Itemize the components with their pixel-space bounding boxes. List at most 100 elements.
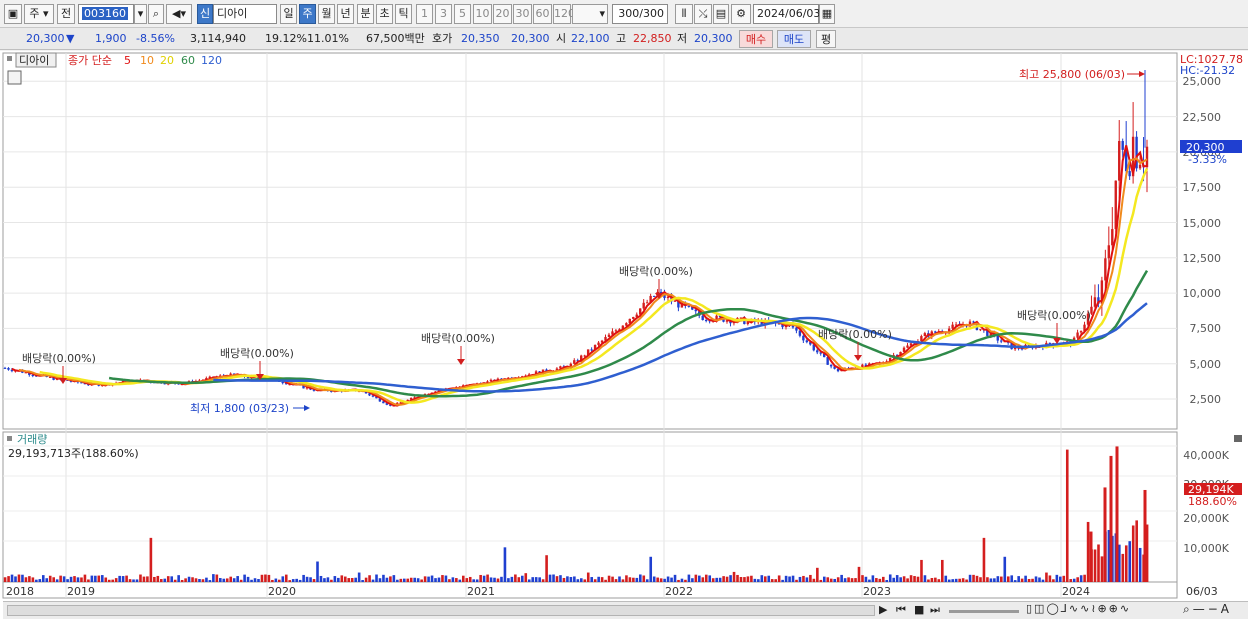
volume-bar — [951, 579, 955, 582]
eval-button[interactable]: 평 — [816, 30, 836, 48]
candle-body — [795, 327, 798, 331]
volume-bar — [184, 578, 187, 582]
volume-bar — [548, 574, 552, 582]
volume-bar — [298, 579, 302, 582]
line-tool-icon[interactable]: ⤯ — [694, 4, 712, 24]
play-icon[interactable]: ▶ — [879, 603, 887, 616]
volume-bar — [888, 574, 892, 582]
candle-body — [687, 305, 691, 307]
volume-bar — [38, 579, 42, 582]
interval-10[interactable]: 10 — [473, 4, 492, 24]
volume-bar — [534, 577, 538, 582]
chart-svg: 2,500 5,000 7,500 10,000 12,500 15,000 1… — [2, 52, 1243, 599]
volume-bar — [989, 578, 993, 582]
volume-bar — [840, 574, 843, 582]
tab-year[interactable]: 년 — [337, 4, 354, 24]
volume-bar — [1115, 446, 1119, 582]
volume-bar — [1143, 489, 1147, 582]
volume-bar — [420, 579, 423, 582]
volume-bar — [611, 576, 614, 582]
y-tick: 5,000 — [1190, 358, 1222, 371]
tab-week[interactable]: 주 — [299, 4, 316, 24]
volume-bar — [236, 576, 239, 582]
drawing-tools-icon[interactable]: ▯◫◯⅃∿∿≀⊕⊕∿ — [1026, 602, 1131, 615]
volume-bar — [805, 577, 809, 582]
volume-bar — [503, 547, 507, 582]
sell-button[interactable]: 매도 — [777, 30, 811, 48]
volume-bar — [3, 577, 7, 582]
volume-bar — [62, 576, 66, 582]
last-change-label: -3.33% — [1188, 153, 1227, 166]
volume-bar — [868, 579, 871, 582]
interval-20[interactable]: 20 — [493, 4, 512, 24]
zoom-tools-icon[interactable]: ⌕—−A — [1183, 602, 1232, 617]
fast-forward-icon[interactable]: ⏭ — [930, 603, 940, 617]
volume-bar — [941, 559, 944, 582]
volume-bar — [160, 579, 163, 582]
interval-120[interactable]: 120 — [553, 4, 575, 24]
volume-bar — [340, 575, 344, 582]
volume-bar — [635, 577, 639, 582]
volume-bar — [628, 577, 632, 582]
volume-bar — [600, 577, 604, 582]
interval-30[interactable]: 30 — [513, 4, 532, 24]
volume-bar — [791, 575, 795, 582]
volume-bar — [434, 578, 437, 582]
buy-button[interactable]: 매수 — [739, 30, 773, 48]
count-field[interactable]: 300/300 — [612, 4, 668, 24]
code-dropdown-icon[interactable]: ▾ — [134, 4, 147, 24]
close-panel-icon[interactable] — [1234, 435, 1242, 442]
volume-bar — [330, 579, 333, 582]
volume-bar — [833, 578, 836, 582]
volume-bar — [80, 577, 83, 582]
volume-bar — [843, 578, 847, 582]
volume-bar — [146, 576, 149, 582]
volume-bar — [281, 576, 285, 582]
speaker-icon[interactable]: ◀▾ — [166, 4, 192, 24]
interval-custom-select[interactable]: ▾ — [572, 4, 608, 24]
tab-minute[interactable]: 분 — [357, 4, 374, 24]
volume-bar — [45, 578, 49, 582]
candle-body — [704, 320, 708, 322]
volume-bar — [1109, 455, 1113, 582]
horizontal-scrollbar[interactable] — [7, 605, 875, 616]
period-select[interactable]: 주 ▾ — [24, 4, 54, 24]
tab-day[interactable]: 일 — [280, 4, 297, 24]
tab-month[interactable]: 월 — [318, 4, 335, 24]
prev-button[interactable]: 전 — [57, 4, 75, 24]
volume-bar — [118, 575, 121, 582]
candle-body — [1118, 140, 1121, 181]
volume-bar — [715, 577, 718, 582]
volume-bar — [198, 579, 201, 582]
volume-bar — [225, 578, 229, 582]
y-tick: 12,500 — [1183, 252, 1222, 265]
candle-body — [1104, 258, 1107, 281]
table-icon[interactable] — [7, 70, 22, 85]
search-icon[interactable]: ⌕ — [148, 4, 164, 24]
zoom-slider[interactable] — [949, 610, 1019, 613]
stop-icon[interactable]: ■ — [914, 603, 924, 616]
x-tick: 06/03 — [1186, 585, 1218, 598]
volume-bar — [41, 575, 45, 582]
candle-body — [625, 323, 628, 326]
save-icon[interactable]: ▤ — [713, 4, 729, 24]
stock-code-input[interactable]: 003160 — [78, 4, 134, 24]
gear-icon[interactable]: ⚙ — [731, 4, 751, 24]
calendar-icon[interactable]: ▦ — [819, 4, 835, 24]
volume-bar — [784, 575, 788, 582]
interval-3[interactable]: 3 — [435, 4, 452, 24]
candle-type-icon[interactable]: ⫴ — [675, 4, 693, 24]
date-field[interactable]: 2024/06/03 — [753, 4, 820, 24]
y-tick: 2,500 — [1190, 393, 1222, 406]
interval-5[interactable]: 5 — [454, 4, 471, 24]
volume-bar — [229, 576, 233, 582]
volume-bar — [1079, 575, 1083, 582]
tab-second[interactable]: 초 — [376, 4, 393, 24]
rewind-icon[interactable]: ⏮ — [896, 603, 906, 617]
volume-bar — [402, 578, 406, 582]
window-icon[interactable]: ▣ — [4, 4, 22, 24]
interval-1[interactable]: 1 — [416, 4, 433, 24]
interval-60[interactable]: 60 — [533, 4, 552, 24]
tab-tick[interactable]: 틱 — [395, 4, 412, 24]
stock-name-field[interactable]: 디아이 — [213, 4, 277, 24]
